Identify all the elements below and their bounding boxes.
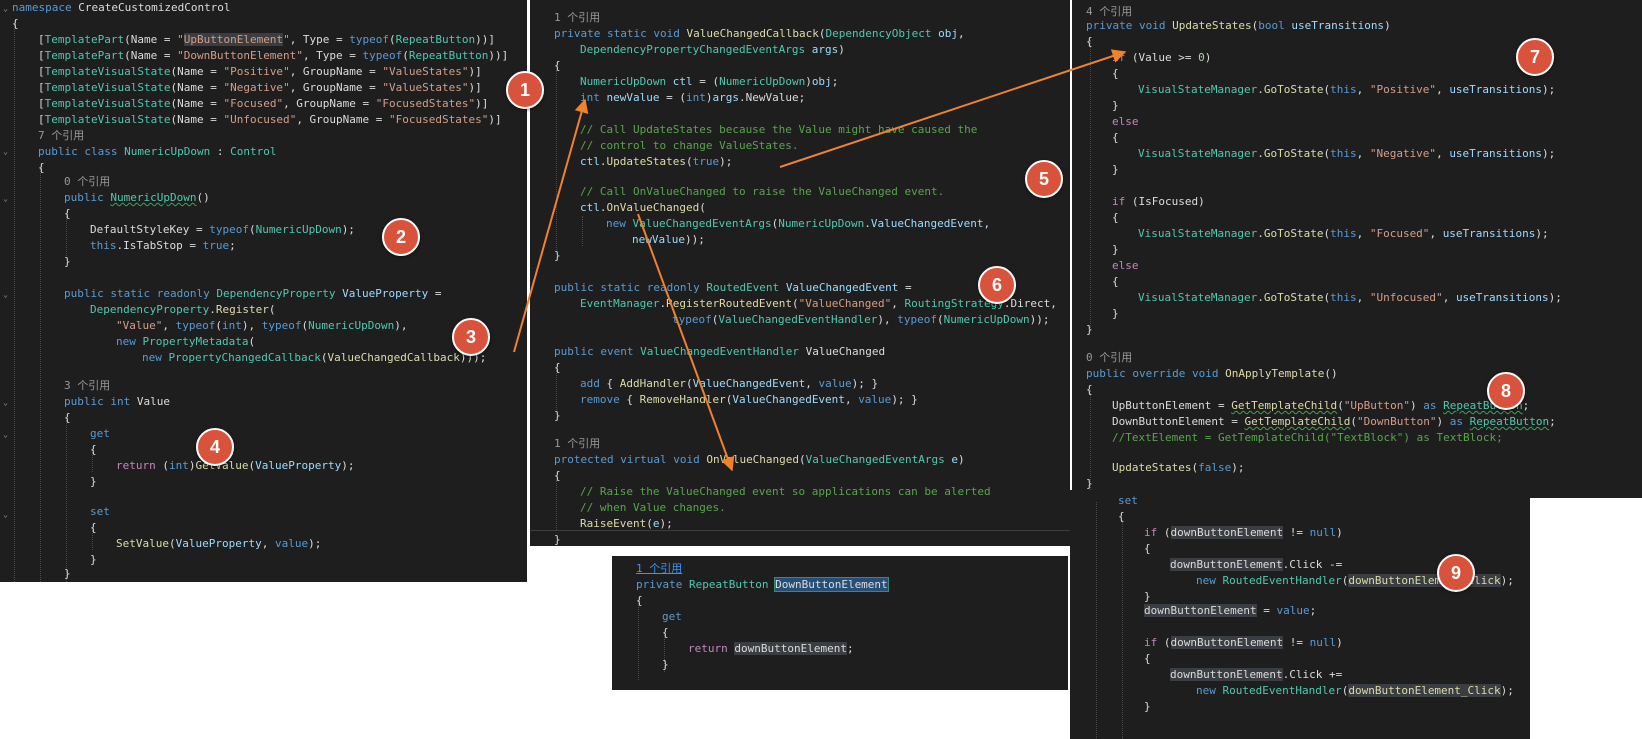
arrow-updatestates-call — [779, 49, 1127, 168]
arrow-register-to-callback — [513, 98, 589, 353]
step-badge: 7 — [1516, 38, 1554, 76]
annotation-arrows — [513, 49, 1127, 472]
step-badge: 9 — [1437, 554, 1475, 592]
step-badge: 2 — [382, 218, 420, 256]
step-badge: 4 — [196, 428, 234, 466]
step-badge: 5 — [1025, 160, 1063, 198]
step-badge: 6 — [978, 266, 1016, 304]
step-badge: 8 — [1487, 372, 1525, 410]
step-badge: 3 — [452, 318, 490, 356]
step-badge: 1 — [506, 71, 544, 109]
arrow-onvaluechanged-call — [637, 213, 735, 472]
